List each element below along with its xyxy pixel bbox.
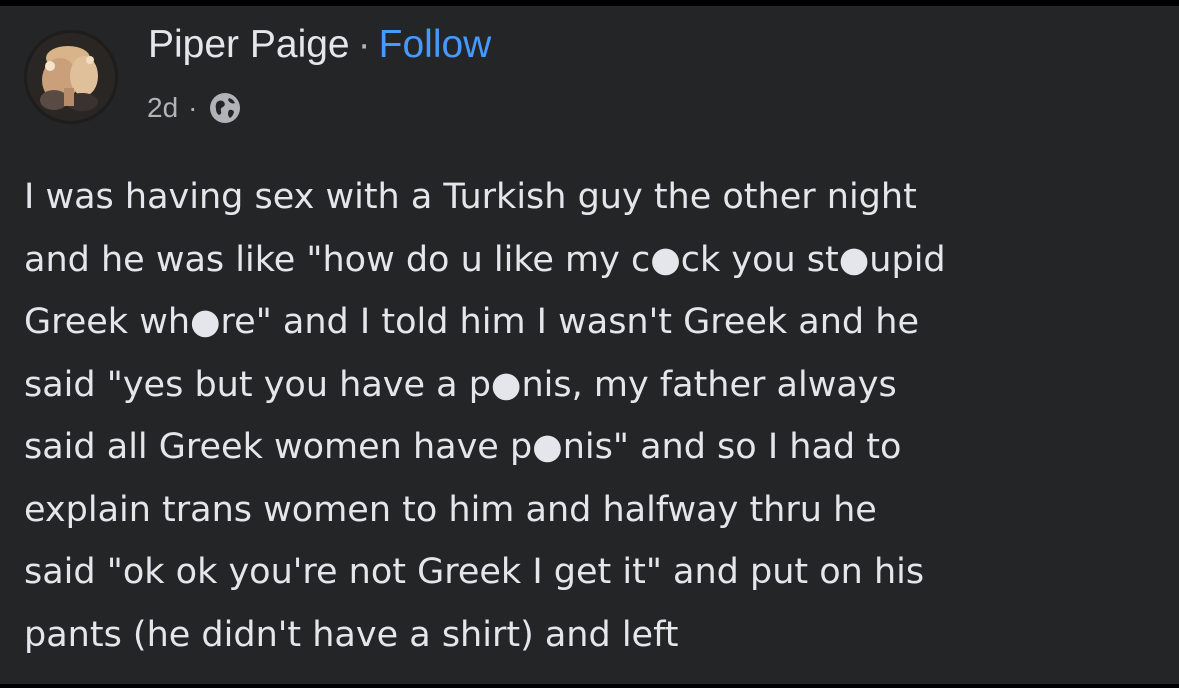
post-body-line: I was having sex with a Turkish guy the … <box>24 177 917 217</box>
post-body-line: said "yes but you have a p●nis, my fathe… <box>24 364 897 405</box>
post-body-line: and he was like "how do u like my c●ck y… <box>24 239 946 280</box>
post-body-line: said "ok ok you're not Greek I get it" a… <box>24 552 925 592</box>
post-body-line: Greek wh●re" and I told him I wasn't Gre… <box>24 302 919 342</box>
post-body: I was having sex with a Turkish guy the … <box>24 166 1154 666</box>
follow-button[interactable]: Follow <box>379 23 492 66</box>
author-avatar[interactable] <box>24 30 118 124</box>
post-body-line: pants (he didn't have a shirt) and left <box>24 614 679 655</box>
screenshot-frame: Piper Paige · Follow 2d · I was having sex… <box>0 0 1179 688</box>
avatar-image <box>24 30 118 124</box>
meta-separator: · <box>188 92 198 123</box>
post-meta: 2d · <box>147 90 243 126</box>
post-body-line: said all Greek women have p●nis" and so … <box>24 427 902 467</box>
post-timestamp[interactable]: 2d <box>147 90 178 126</box>
author-name[interactable]: Piper Paige <box>148 23 350 66</box>
author-header: Piper Paige · Follow <box>148 22 491 68</box>
post-body-line: explain trans women to him and halfway t… <box>24 489 877 530</box>
header-separator: · <box>357 23 371 66</box>
globe-icon[interactable] <box>207 90 243 126</box>
post-card: Piper Paige · Follow 2d · I was having sex… <box>0 6 1179 684</box>
